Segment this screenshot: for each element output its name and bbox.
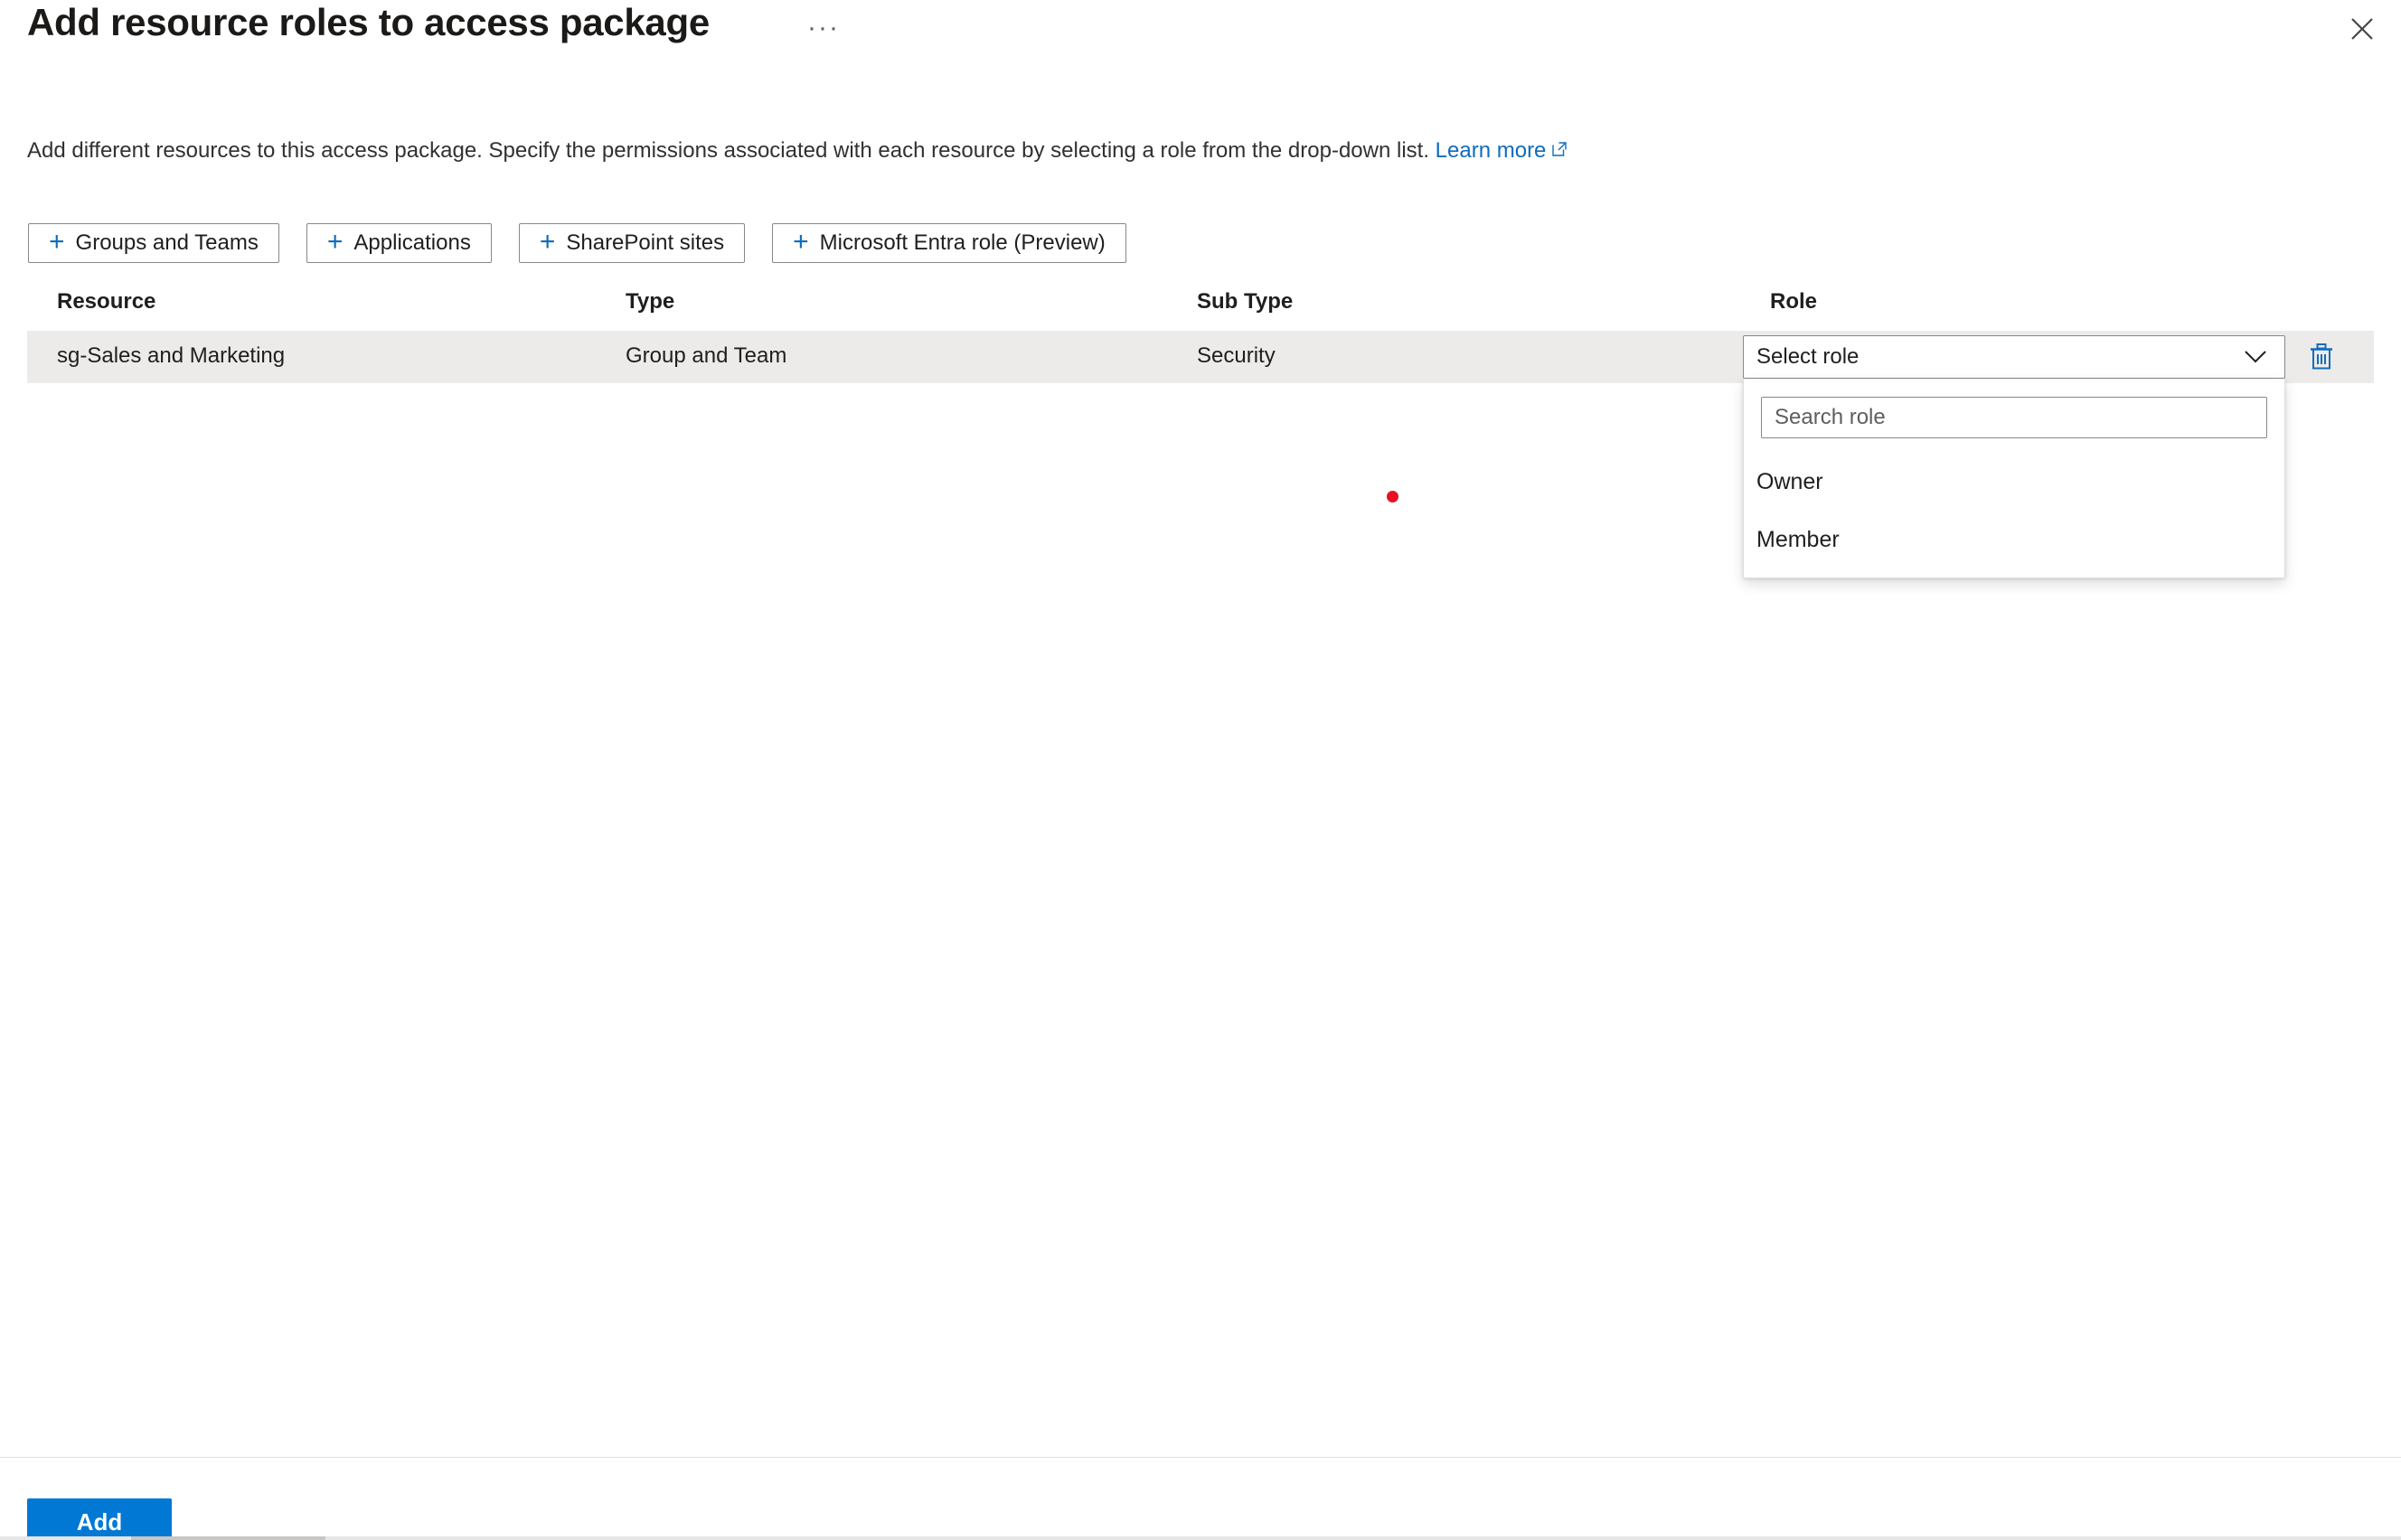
add-entra-role-label: Microsoft Entra role (Preview) (819, 230, 1106, 255)
add-groups-and-teams-button[interactable]: + Groups and Teams (28, 223, 279, 263)
page-title: Add resource roles to access package (27, 1, 710, 43)
external-link-icon (1550, 138, 1568, 165)
add-entra-role-button[interactable]: + Microsoft Entra role (Preview) (772, 223, 1126, 263)
plus-icon: + (793, 227, 809, 257)
search-role-input[interactable] (1761, 397, 2267, 438)
resource-command-bar: + Groups and Teams + Applications + Shar… (28, 223, 1153, 263)
description-text: Add different resources to this access p… (27, 138, 1436, 163)
trash-icon (2308, 343, 2335, 374)
learn-more-label: Learn more (1435, 138, 1547, 163)
resources-table: Resource Type Sub Type Role sg-Sales and… (27, 289, 2374, 578)
cell-type: Group and Team (626, 343, 787, 368)
role-select-container: Select role (1743, 335, 2285, 379)
add-groups-and-teams-label: Groups and Teams (75, 230, 259, 255)
role-dropdown-panel: Owner Member (1743, 379, 2285, 578)
column-header-sub-type: Sub Type (1197, 289, 1294, 314)
bottom-scrollbar-track[interactable] (0, 1536, 2401, 1540)
add-sharepoint-sites-button[interactable]: + SharePoint sites (518, 223, 746, 263)
table-row[interactable]: sg-Sales and Marketing Group and Team Se… (27, 331, 2374, 578)
bottom-scrollbar-thumb[interactable] (131, 1536, 325, 1540)
cell-resource: sg-Sales and Marketing (57, 343, 286, 368)
table-header-row: Resource Type Sub Type Role (27, 289, 2374, 331)
close-button[interactable] (2336, 5, 2388, 52)
blade-description: Add different resources to this access p… (27, 137, 1568, 165)
close-icon (2350, 17, 2374, 41)
plus-icon: + (326, 227, 344, 257)
column-header-type: Type (626, 289, 675, 314)
plus-icon: + (539, 227, 556, 257)
role-select-combobox[interactable]: Select role (1743, 335, 2285, 379)
role-option-member[interactable]: Member (1744, 511, 2284, 568)
cursor-marker (1387, 491, 1398, 502)
role-select-value: Select role (1756, 344, 1860, 369)
add-applications-button[interactable]: + Applications (306, 223, 492, 263)
plus-icon: + (49, 227, 65, 257)
learn-more-link[interactable]: Learn more (1436, 138, 1569, 163)
add-applications-label: Applications (353, 230, 471, 255)
chevron-down-icon[interactable] (2237, 336, 2274, 378)
cell-sub-type: Security (1197, 343, 1276, 368)
role-option-owner[interactable]: Owner (1744, 453, 2284, 511)
blade-header: Add resource roles to access package ··· (0, 0, 2401, 60)
add-resource-roles-blade: Add resource roles to access package ···… (0, 0, 2401, 1540)
column-header-resource: Resource (57, 289, 156, 314)
delete-resource-button[interactable] (2303, 341, 2340, 375)
more-options-icon[interactable]: ··· (807, 14, 840, 42)
add-sharepoint-sites-label: SharePoint sites (566, 230, 725, 255)
add-button[interactable]: Add (27, 1498, 172, 1540)
column-header-role: Role (1770, 289, 1818, 314)
footer-divider (0, 1457, 2401, 1458)
